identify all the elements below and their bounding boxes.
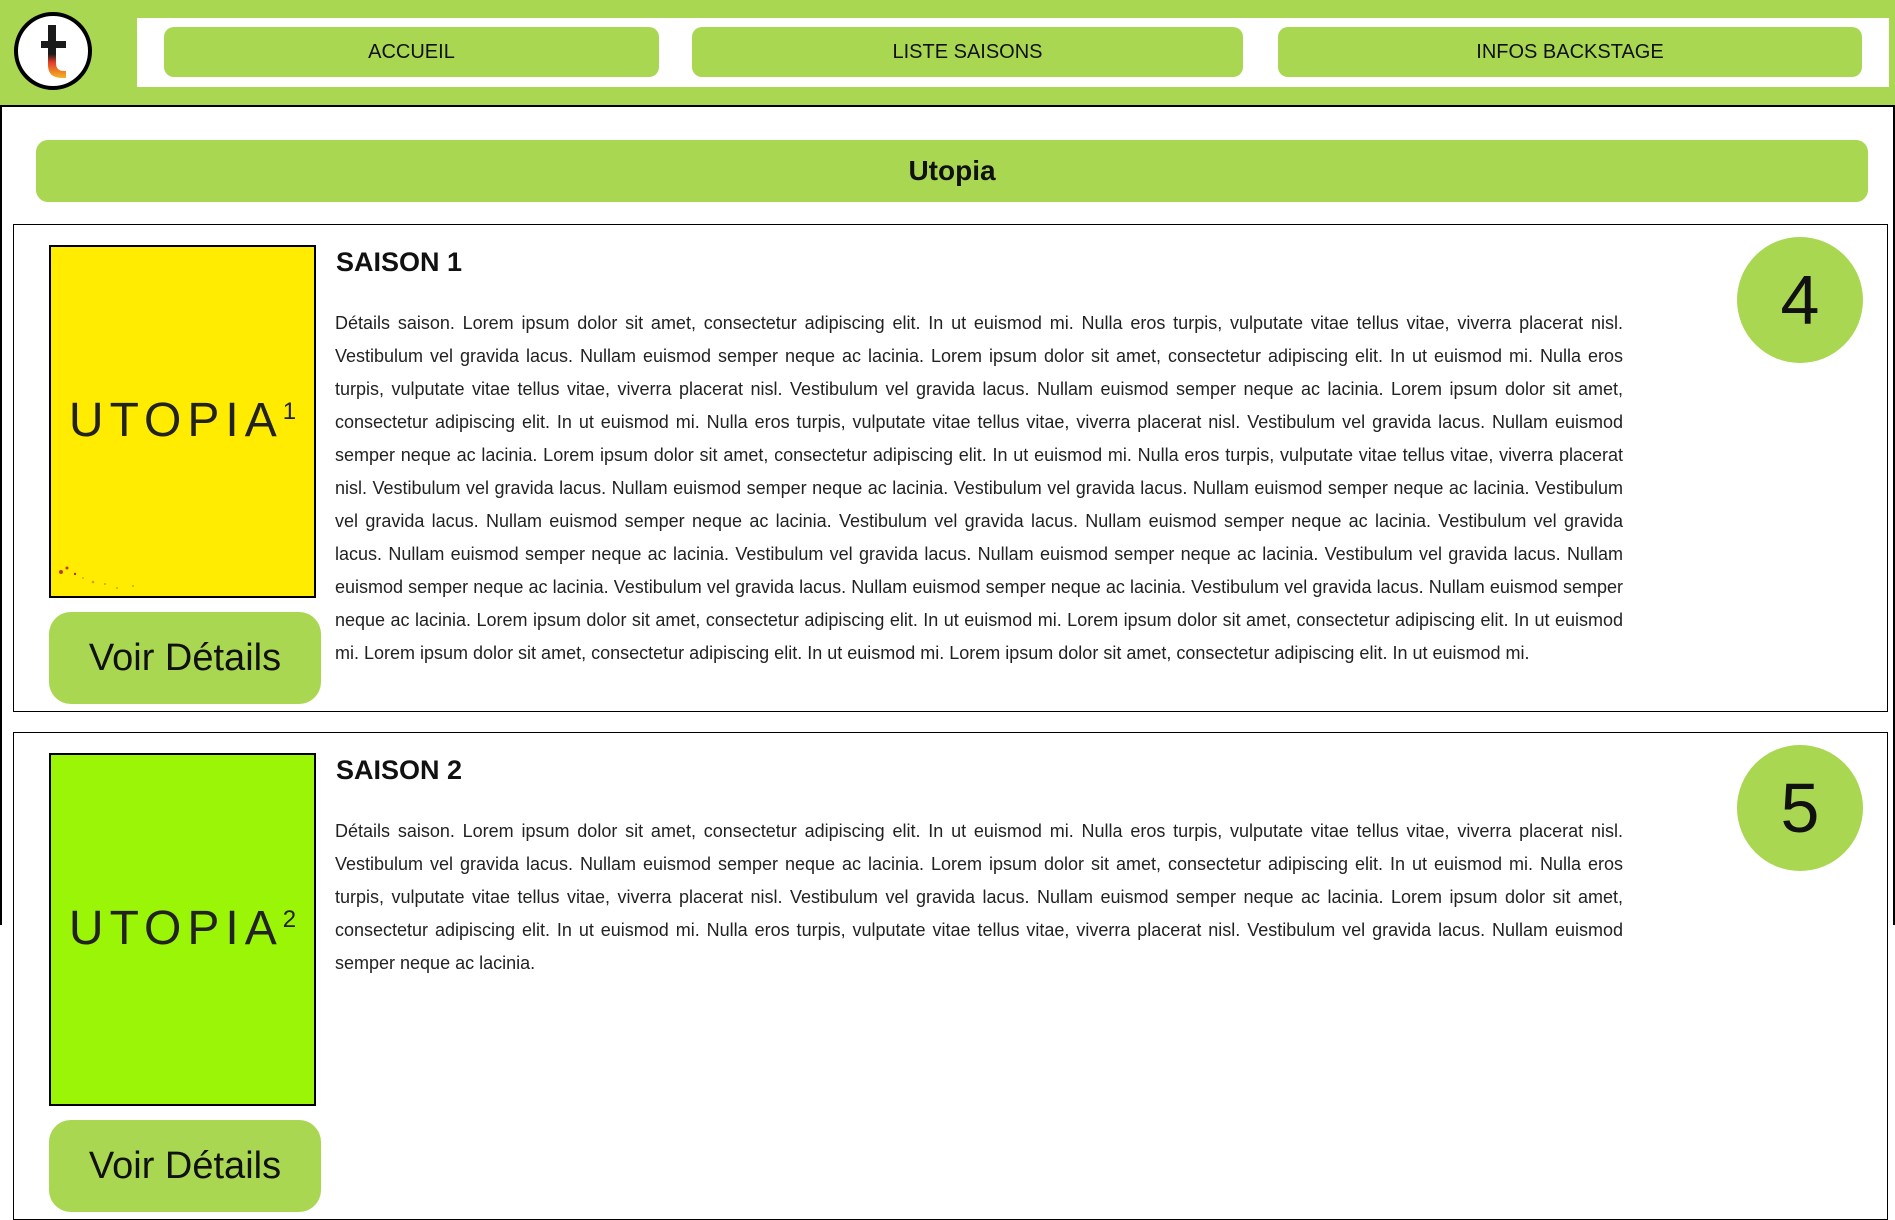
show-title: Utopia: [36, 140, 1868, 202]
tv-t-logo-icon: [41, 25, 66, 78]
season-poster: UTOPIA1: [49, 245, 316, 598]
season-card-2: UTOPIA2 Voir Détails SAISON 2 Détails sa…: [13, 732, 1888, 1220]
season-description: Détails saison. Lorem ipsum dolor sit am…: [335, 313, 1623, 663]
tv-t-logo[interactable]: [14, 12, 92, 90]
poster-title: UTOPIA1: [68, 394, 297, 447]
voir-details-button[interactable]: Voir Détails: [49, 612, 321, 704]
episode-count-badge: 5: [1737, 745, 1863, 871]
nav-infos-backstage[interactable]: INFOS BACKSTAGE: [1278, 27, 1862, 77]
season-title: SAISON 2: [336, 755, 463, 785]
season-title: SAISON 1: [336, 247, 463, 277]
nav-accueil[interactable]: ACCUEIL: [164, 27, 659, 77]
main-nav: ACCUEIL LISTE SAISONS INFOS BACKSTAGE: [137, 18, 1889, 87]
episode-count-badge: 4: [1737, 237, 1863, 363]
main-content: Utopia UTOPIA1 Voir Détails SAISON 1 Dét…: [0, 107, 1895, 1220]
season-card-1: UTOPIA1 Voir Détails SAISON 1 Détails sa…: [13, 224, 1888, 712]
header-bar: ACCUEIL LISTE SAISONS INFOS BACKSTAGE: [0, 0, 1895, 107]
splatter-decoration: [59, 566, 134, 589]
voir-details-button[interactable]: Voir Détails: [49, 1120, 321, 1212]
season-poster: UTOPIA2: [49, 753, 316, 1106]
poster-title: UTOPIA2: [68, 902, 297, 955]
nav-liste-saisons[interactable]: LISTE SAISONS: [692, 27, 1243, 77]
season-description: Détails saison. Lorem ipsum dolor sit am…: [335, 821, 1623, 973]
